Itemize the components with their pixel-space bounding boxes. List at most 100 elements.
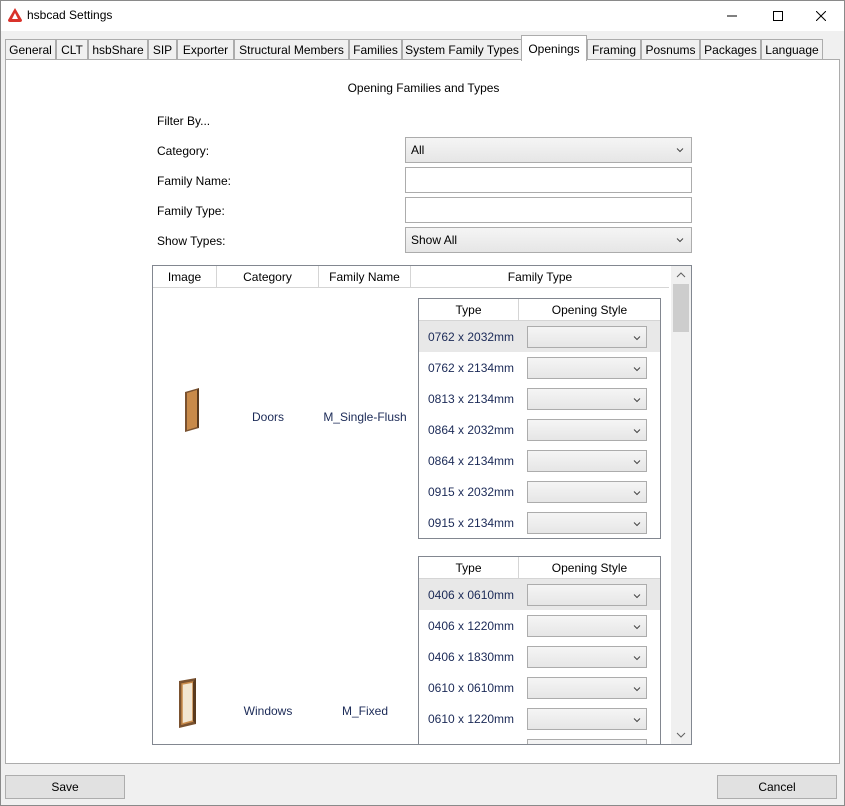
column-header-family-type[interactable]: Family Type xyxy=(411,266,669,288)
filter-by-label: Filter By... xyxy=(157,114,211,128)
opening-style-dropdown[interactable] xyxy=(527,708,647,730)
window-title: hsbcad Settings xyxy=(27,8,113,22)
minimize-icon xyxy=(727,15,737,16)
save-button[interactable]: Save xyxy=(5,775,125,799)
type-row[interactable]: 0762 x 2134mm xyxy=(419,352,660,383)
type-row[interactable]: 0406 x 1220mm xyxy=(419,610,660,641)
tab-openings[interactable]: Openings xyxy=(521,35,587,61)
show-types-dropdown[interactable]: Show All xyxy=(405,227,692,253)
type-name: 0406 x 1830mm xyxy=(428,650,515,664)
type-row[interactable]: 0406 x 1830mm xyxy=(419,641,660,672)
cancel-button[interactable]: Cancel xyxy=(717,775,837,799)
tab-system-family-types[interactable]: System Family Types xyxy=(402,39,522,60)
column-header-opening-style[interactable]: Opening Style xyxy=(519,557,660,579)
opening-style-dropdown[interactable] xyxy=(527,450,647,472)
maximize-icon xyxy=(773,10,783,21)
tab-packages[interactable]: Packages xyxy=(700,39,761,60)
column-header-type[interactable]: Type xyxy=(419,299,519,321)
door-icon xyxy=(185,388,199,432)
tab-language[interactable]: Language xyxy=(761,39,823,60)
column-header-opening-style[interactable]: Opening Style xyxy=(519,299,660,321)
type-name: 0406 x 0610mm xyxy=(428,588,515,602)
type-name: 0610 x 0610mm xyxy=(428,681,515,695)
category-label: Category: xyxy=(157,144,210,158)
hsbcad-logo-icon xyxy=(8,8,22,22)
tab-posnums[interactable]: Posnums xyxy=(641,39,700,60)
grid-row-doors[interactable]: Doors M_Single-Flush Type Opening Style … xyxy=(153,288,669,546)
tab-hsbshare[interactable]: hsbShare xyxy=(88,39,148,60)
opening-style-dropdown[interactable] xyxy=(527,677,647,699)
grid-row-windows[interactable]: Windows M_Fixed Type Opening Style 0406 … xyxy=(153,546,669,744)
tab-clt[interactable]: CLT xyxy=(56,39,88,60)
opening-style-dropdown[interactable] xyxy=(527,419,647,441)
family-name-label: Family Name: xyxy=(157,174,232,188)
opening-style-dropdown[interactable] xyxy=(527,357,647,379)
category-dropdown[interactable]: All xyxy=(405,137,692,163)
chevron-down-icon xyxy=(633,398,641,403)
type-name: 0864 x 2032mm xyxy=(428,423,515,437)
minimize-button[interactable] xyxy=(709,1,755,30)
family-types-table[interactable]: Type Opening Style 0762 x 2032mm 0762 x … xyxy=(418,298,661,539)
column-header-family-name[interactable]: Family Name xyxy=(319,266,411,288)
show-types-dropdown-value: Show All xyxy=(411,233,458,247)
chevron-down-icon xyxy=(633,491,641,496)
close-button[interactable] xyxy=(798,1,844,30)
type-row[interactable]: 0813 x 2134mm xyxy=(419,383,660,414)
category-cell: Doors xyxy=(251,410,284,424)
column-header-type[interactable]: Type xyxy=(419,557,519,579)
tab-framing[interactable]: Framing xyxy=(587,39,641,60)
opening-style-dropdown[interactable] xyxy=(527,326,647,348)
types-table-header: Type Opening Style xyxy=(419,557,660,579)
chevron-down-icon xyxy=(676,238,684,243)
chevron-down-icon xyxy=(633,367,641,372)
opening-style-dropdown[interactable] xyxy=(527,584,647,606)
type-row[interactable]: 0915 x 2134mm xyxy=(419,507,660,538)
type-row[interactable] xyxy=(419,734,660,744)
type-row[interactable]: 0864 x 2134mm xyxy=(419,445,660,476)
scrollbar-thumb[interactable] xyxy=(673,284,689,332)
types-table-header: Type Opening Style xyxy=(419,299,660,321)
chevron-down-icon xyxy=(633,594,641,599)
opening-style-dropdown[interactable] xyxy=(527,615,647,637)
scroll-up-icon[interactable] xyxy=(676,270,686,280)
scroll-down-icon[interactable] xyxy=(676,730,686,740)
chevron-down-icon xyxy=(633,460,641,465)
opening-style-dropdown[interactable] xyxy=(527,481,647,503)
opening-style-dropdown[interactable] xyxy=(527,739,647,744)
tab-structural-members[interactable]: Structural Members xyxy=(234,39,349,60)
family-types-table[interactable]: Type Opening Style 0406 x 0610mm 0406 x … xyxy=(418,556,661,744)
tab-sip[interactable]: SIP xyxy=(148,39,177,60)
type-row[interactable]: 0610 x 0610mm xyxy=(419,672,660,703)
maximize-button[interactable] xyxy=(755,1,801,30)
grid-scrollbar[interactable] xyxy=(671,266,691,744)
section-title: Opening Families and Types xyxy=(347,81,500,95)
family-type-label: Family Type: xyxy=(157,204,225,218)
family-name-input[interactable] xyxy=(405,167,692,193)
opening-style-dropdown[interactable] xyxy=(527,512,647,534)
family-name-cell: M_Fixed xyxy=(341,704,388,718)
type-name: 0915 x 2032mm xyxy=(428,485,515,499)
openings-grid[interactable]: Image Category Family Name Family Type D… xyxy=(152,265,692,745)
type-row[interactable]: 0762 x 2032mm xyxy=(419,321,660,352)
type-row[interactable]: 0915 x 2032mm xyxy=(419,476,660,507)
type-row[interactable]: 0406 x 0610mm xyxy=(419,579,660,610)
opening-style-dropdown[interactable] xyxy=(527,388,647,410)
category-dropdown-value: All xyxy=(411,143,425,157)
column-header-category[interactable]: Category xyxy=(217,266,319,288)
type-name: 0864 x 2134mm xyxy=(428,454,515,468)
close-icon xyxy=(816,10,826,21)
family-name-cell: M_Single-Flush xyxy=(323,410,407,424)
category-cell: Windows xyxy=(243,704,293,718)
type-row[interactable]: 0610 x 1220mm xyxy=(419,703,660,734)
family-type-input[interactable] xyxy=(405,197,692,223)
tab-exporter[interactable]: Exporter xyxy=(177,39,234,60)
chevron-down-icon xyxy=(633,656,641,661)
type-row[interactable]: 0864 x 2032mm xyxy=(419,414,660,445)
tab-general[interactable]: General xyxy=(5,39,56,60)
chevron-down-icon xyxy=(633,687,641,692)
column-header-image[interactable]: Image xyxy=(153,266,217,288)
chevron-down-icon xyxy=(633,625,641,630)
tab-families[interactable]: Families xyxy=(349,39,402,60)
opening-style-dropdown[interactable] xyxy=(527,646,647,668)
type-name: 0762 x 2134mm xyxy=(428,361,515,375)
